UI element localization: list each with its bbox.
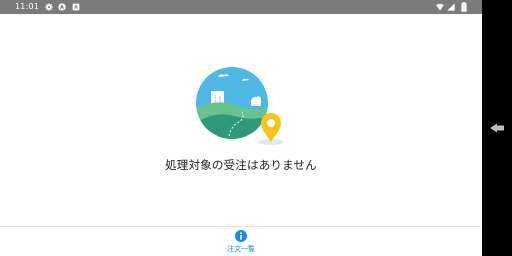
wifi-icon xyxy=(436,3,444,11)
status-time: 11:01 xyxy=(15,2,40,11)
cell-signal-icon xyxy=(447,3,455,11)
square-notification-icon xyxy=(72,3,80,11)
back-triangle-icon[interactable] xyxy=(489,122,505,134)
map-location-pin-illustration xyxy=(196,67,284,145)
tab-order-list-label: 注文一覧 xyxy=(227,245,255,253)
status-bar: 11:01 xyxy=(0,0,482,14)
a-circle-icon xyxy=(58,3,66,11)
settings-gear-icon xyxy=(45,3,53,11)
empty-state-message: 処理対象の受注はありません xyxy=(165,158,317,172)
info-circle-icon xyxy=(235,230,247,242)
battery-icon xyxy=(461,2,467,12)
tab-order-list[interactable]: 注文一覧 xyxy=(216,227,266,256)
app-screen: 11:01 処理対象の受注はありません 注文一覧 xyxy=(0,0,482,256)
